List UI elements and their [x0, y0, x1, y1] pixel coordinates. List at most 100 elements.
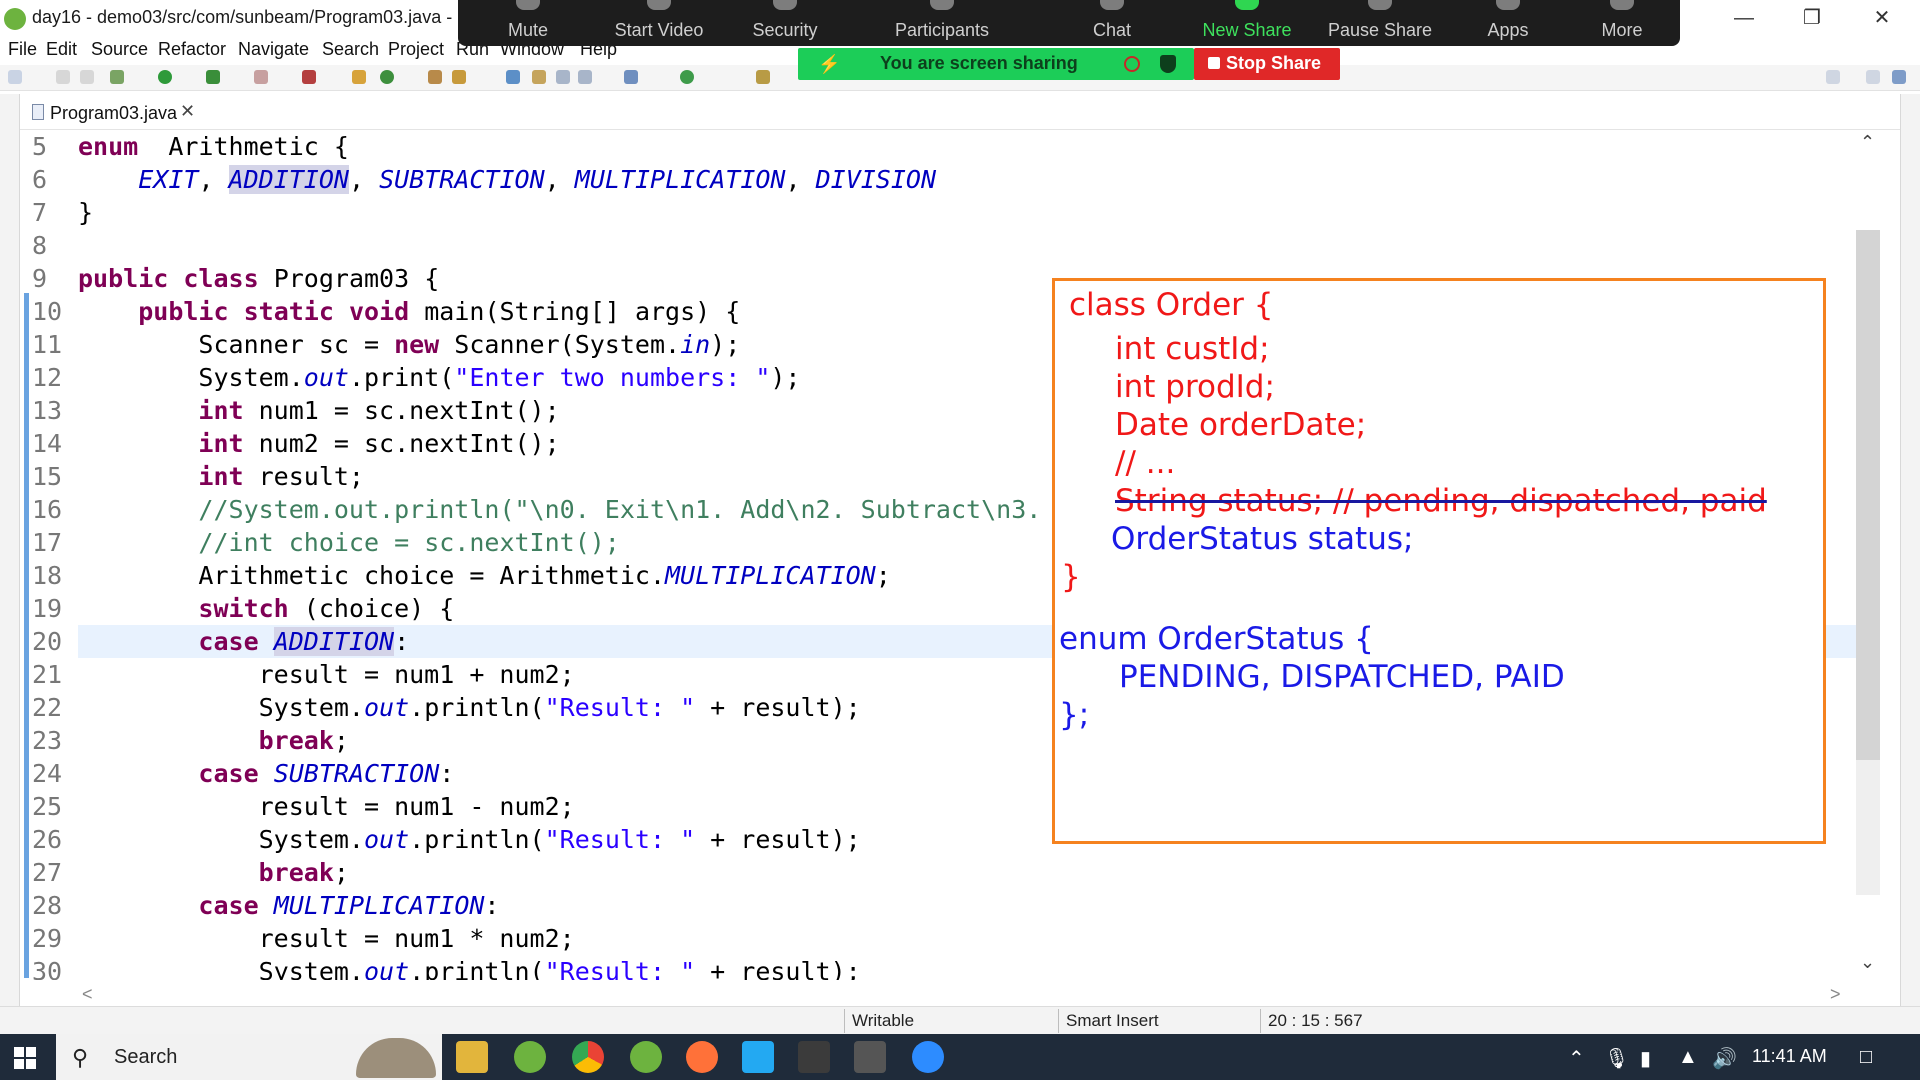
- scroll-down-icon[interactable]: ⌄: [1860, 952, 1875, 973]
- code-editor[interactable]: 5 enum Arithmetic {6 EXIT, ADDITION, SUBT…: [20, 130, 1856, 980]
- open-perspective-icon[interactable]: [1866, 70, 1880, 84]
- vscode-icon[interactable]: [742, 1041, 774, 1073]
- open-type-icon[interactable]: [428, 70, 442, 84]
- microphone-icon[interactable]: 🎙: [1604, 1046, 1629, 1071]
- block-select-icon[interactable]: [556, 70, 570, 84]
- zoom-more-button[interactable]: More: [1552, 0, 1692, 46]
- line-number: 23: [32, 726, 63, 755]
- spring-tools-icon[interactable]: [630, 1041, 662, 1073]
- line-number: 26: [32, 825, 63, 854]
- menu-project[interactable]: Project: [388, 39, 444, 60]
- zoom-icon[interactable]: [912, 1041, 944, 1073]
- close-tab-icon[interactable]: ✕: [180, 101, 195, 122]
- notifications-icon[interactable]: □: [1860, 1046, 1872, 1069]
- save-icon[interactable]: [56, 70, 70, 84]
- screen-capture-icon[interactable]: [854, 1041, 886, 1073]
- back-icon[interactable]: [756, 70, 770, 84]
- editor-tab[interactable]: Program03.java ✕: [28, 96, 195, 128]
- code-line[interactable]: 28 case MULTIPLICATION:: [20, 889, 1856, 922]
- menu-source[interactable]: Source: [91, 39, 148, 60]
- shield-icon: [773, 0, 797, 10]
- scroll-right-icon[interactable]: >: [1830, 984, 1841, 1005]
- coverage-icon[interactable]: [206, 70, 220, 84]
- zoom-mute-button[interactable]: Mute: [458, 0, 598, 46]
- chevron-up-icon[interactable]: ⌃: [1568, 1046, 1585, 1071]
- minimize-button[interactable]: —: [1714, 2, 1774, 34]
- line-number: 20: [32, 627, 63, 656]
- code-line[interactable]: 8: [20, 229, 1856, 262]
- line-number: 27: [32, 858, 63, 887]
- save-all-icon[interactable]: [80, 70, 94, 84]
- spring-tools-icon[interactable]: [514, 1041, 546, 1073]
- close-button[interactable]: ✕: [1852, 2, 1912, 34]
- new-class-icon[interactable]: [380, 70, 394, 84]
- volume-icon[interactable]: 🔊: [1712, 1046, 1737, 1071]
- menu-file[interactable]: File: [8, 39, 37, 60]
- code-token: DIVISION: [815, 165, 937, 194]
- vertical-scrollbar[interactable]: ⌃ ⌄: [1856, 130, 1900, 980]
- annotation-icon[interactable]: [680, 70, 694, 84]
- menu-search[interactable]: Search: [322, 39, 379, 60]
- code-token: break: [258, 726, 334, 755]
- windows-start-icon[interactable]: [14, 1047, 36, 1069]
- scroll-left-icon[interactable]: <: [82, 984, 93, 1005]
- code-token: Arithmetic {: [138, 132, 349, 161]
- code-token: + result);: [695, 693, 861, 722]
- file-explorer-icon[interactable]: [456, 1041, 488, 1073]
- new-icon[interactable]: [8, 70, 22, 84]
- java-perspective-icon[interactable]: [1892, 70, 1906, 84]
- search-icon[interactable]: [1826, 70, 1840, 84]
- zoom-security-button[interactable]: Security: [715, 0, 855, 46]
- spring-tools-icon: [4, 8, 26, 30]
- line-number: 8: [32, 231, 48, 260]
- mark-occurrences-icon[interactable]: [532, 70, 546, 84]
- line-number: 17: [32, 528, 63, 557]
- code-token: int: [198, 429, 244, 458]
- scroll-up-icon[interactable]: ⌃: [1860, 132, 1875, 153]
- line-number: 13: [32, 396, 63, 425]
- line-number: 24: [32, 759, 63, 788]
- search-tool-icon[interactable]: [452, 70, 466, 84]
- horizontal-scrollbar[interactable]: < >: [74, 984, 1854, 1004]
- menu-edit[interactable]: Edit: [46, 39, 77, 60]
- scroll-thumb[interactable]: [1856, 230, 1880, 760]
- stop-share-button[interactable]: Stop Share: [1194, 48, 1340, 80]
- zoom-start-video-button[interactable]: Start Video: [589, 0, 729, 46]
- chrome-icon[interactable]: [572, 1041, 604, 1073]
- code-line[interactable]: 30 System.out.println("Result: " + resul…: [20, 955, 1856, 980]
- navigate-icon[interactable]: [624, 70, 638, 84]
- zoom-pause-share-button[interactable]: Pause Share: [1310, 0, 1450, 46]
- menu-navigate[interactable]: Navigate: [238, 39, 309, 60]
- zoom-new-share-button[interactable]: New Share: [1177, 0, 1317, 46]
- debug-icon[interactable]: [110, 70, 124, 84]
- stop-icon[interactable]: [254, 70, 268, 84]
- toggle-breadcrumb-icon[interactable]: [506, 70, 520, 84]
- code-line[interactable]: 7}: [20, 196, 1856, 229]
- screen-sharing-banner[interactable]: ⚡ You are screen sharing: [798, 48, 1194, 80]
- zoom-chat-button[interactable]: Chat: [1042, 0, 1182, 46]
- code-token: void: [348, 297, 410, 326]
- share-icon: [1235, 0, 1259, 10]
- new-package-icon[interactable]: [352, 70, 366, 84]
- code-line[interactable]: 5 enum Arithmetic {: [20, 130, 1856, 163]
- menu-refactor[interactable]: Refactor: [158, 39, 226, 60]
- taskbar-search[interactable]: ⚲ Search: [56, 1034, 442, 1080]
- line-number: 7: [32, 198, 48, 227]
- battery-icon[interactable]: ▮: [1640, 1046, 1651, 1071]
- line-number: 5: [32, 132, 48, 161]
- taskbar-clock[interactable]: 11:41 AM: [1752, 1046, 1827, 1067]
- code-line[interactable]: 6 EXIT, ADDITION, SUBTRACTION, MULTIPLIC…: [20, 163, 1856, 196]
- restore-button[interactable]: ❐: [1782, 2, 1842, 34]
- external-tools-icon[interactable]: [302, 70, 316, 84]
- code-token: }: [78, 198, 94, 227]
- search-highlight-image: [356, 1038, 436, 1078]
- code-line[interactable]: 29 result = num1 * num2;: [20, 922, 1856, 955]
- terminal-icon[interactable]: [798, 1041, 830, 1073]
- firefox-icon[interactable]: [686, 1041, 718, 1073]
- run-icon[interactable]: [158, 70, 172, 84]
- show-whitespace-icon[interactable]: [578, 70, 592, 84]
- code-line[interactable]: 27 break;: [20, 856, 1856, 889]
- zoom-participants-button[interactable]: Participants: [872, 0, 1012, 46]
- wifi-icon[interactable]: ▲: [1678, 1046, 1698, 1069]
